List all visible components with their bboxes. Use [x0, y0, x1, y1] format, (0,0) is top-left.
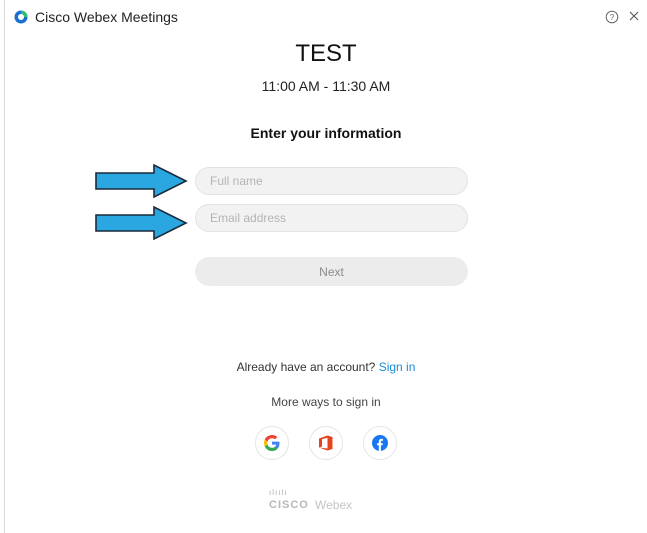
account-prompt: Already have an account?	[236, 360, 376, 374]
svg-text:?: ?	[610, 13, 615, 22]
help-icon[interactable]: ?	[605, 10, 619, 24]
cisco-wordmark: CISCO	[269, 499, 309, 511]
webex-logo-icon	[14, 10, 28, 24]
title-bar: Cisco Webex Meetings ?	[5, 0, 647, 34]
webex-window: Cisco Webex Meetings ? TEST 11:00 AM - 1…	[4, 0, 647, 533]
meeting-time: 11:00 AM - 11:30 AM	[261, 78, 391, 94]
more-ways-label: More ways to sign in	[271, 395, 381, 409]
webex-wordmark: Webex	[315, 498, 353, 512]
form-heading: Enter your information	[250, 125, 402, 141]
sign-in-link[interactable]: Sign in	[379, 360, 416, 374]
close-icon[interactable]	[627, 9, 641, 23]
cisco-bars-logo: ılıılı	[269, 488, 288, 497]
annotation-arrow-name	[95, 163, 188, 199]
google-icon	[264, 435, 280, 451]
full-name-input[interactable]	[195, 167, 468, 195]
account-prompt-line: Already have an account? Sign in	[5, 360, 647, 374]
office-icon	[319, 435, 333, 451]
facebook-icon	[372, 435, 388, 451]
next-button[interactable]: Next	[195, 257, 468, 286]
app-title: Cisco Webex Meetings	[35, 9, 178, 25]
email-input[interactable]	[195, 204, 468, 232]
annotation-arrow-email	[95, 205, 188, 241]
office-sign-in-button[interactable]	[309, 426, 343, 460]
cisco-webex-brand: ılıılı CISCO Webex	[269, 488, 369, 514]
facebook-sign-in-button[interactable]	[363, 426, 397, 460]
meeting-title: TEST	[295, 40, 357, 67]
google-sign-in-button[interactable]	[255, 426, 289, 460]
